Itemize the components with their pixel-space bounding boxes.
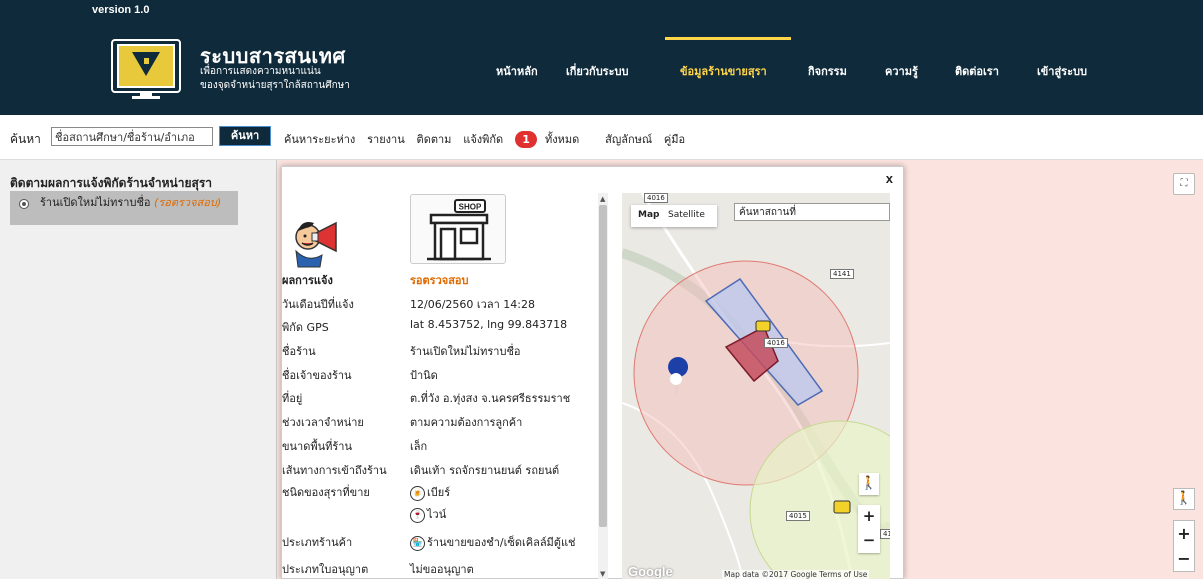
info-key: ผลการแจ้ง — [282, 274, 333, 287]
info-value: ตามความต้องการลูกค้า — [410, 416, 523, 429]
report-list-item[interactable]: ร้านเปิดใหม่ไม่ทราบชื่อ (รอตรวจสอบ) — [10, 191, 238, 225]
nav-login[interactable]: เข้าสู่ระบบ — [1037, 62, 1087, 80]
map-attribution[interactable]: Map data ©2017 Google Terms of Use — [722, 570, 870, 579]
map-footer: Google Map data ©2017 Google Terms of Us… — [622, 564, 890, 579]
brand-subtitle-1: เพื่อการแสดงความหนาแน่น — [200, 66, 321, 77]
left-panel: ติดตามผลการแจ้งพิกัดร้านจำหน่ายสุรา ร้าน… — [0, 160, 277, 579]
nav-home[interactable]: หน้าหลัก — [496, 62, 538, 80]
pegman-icon[interactable]: 🚶 — [859, 473, 879, 495]
zoom-out-button[interactable]: − — [858, 529, 880, 553]
liquor-type-wine: ไวน์ — [427, 508, 447, 521]
link-report-location[interactable]: แจ้งพิกัด — [463, 133, 503, 146]
shop-badge-text: SHOP — [459, 203, 482, 212]
map-zoom-control: + − — [1173, 520, 1195, 572]
info-value: ป้านิด — [410, 369, 438, 382]
close-button[interactable]: x — [886, 171, 893, 186]
info-value: เล็ก — [410, 440, 428, 453]
liquor-type-list: 🍺 เบียร์ 🍷 ไวน์ — [410, 483, 510, 523]
shop-type-value: 🏪 ร้านขายของชำ/เซ็ดเคิลล์มีตู้แช่ — [410, 533, 576, 551]
info-key: ชนิดของสุราที่ขาย — [282, 486, 370, 499]
info-status-value: รอตรวจสอบ — [410, 274, 469, 287]
link-symbols[interactable]: สัญลักษณ์ — [605, 133, 652, 146]
zoom-in-button[interactable]: + — [1174, 521, 1194, 546]
nav-knowledge[interactable]: ความรู้ — [885, 62, 918, 80]
beer-icon: 🍺 — [410, 485, 425, 501]
shop-type-label: ร้านขายของชำ/เซ็ดเคิลล์มีตู้แช่ — [427, 536, 576, 549]
notification-badge[interactable]: 1 — [515, 131, 538, 148]
link-distance-search[interactable]: ค้นหาระยะห่าง — [284, 133, 355, 146]
info-value: ร้านเปิดใหม่ไม่ทราบชื่อ — [410, 345, 521, 358]
popup-scrollbar[interactable]: ▲ ▼ — [598, 193, 608, 579]
radio-icon — [19, 199, 29, 209]
map-type-control: Map Satellite — [631, 205, 717, 227]
logo-tv-icon[interactable] — [110, 38, 182, 102]
map-type-map-button[interactable]: Map — [638, 210, 659, 220]
megaphone-icon — [288, 211, 346, 269]
shop-icon: SHOP — [410, 194, 506, 264]
info-key: เส้นทางการเข้าถึงร้าน — [282, 464, 387, 477]
nav-liquor-shops[interactable]: ข้อมูลร้านขายสุรา — [680, 62, 767, 80]
info-key: ที่อยู่ — [282, 392, 303, 405]
embedded-map[interactable]: 4016 4141 4016 4015 41 Map Satellite ค้น… — [622, 193, 890, 579]
info-key: พิกัด GPS — [282, 321, 329, 334]
info-key: ชื่อร้าน — [282, 345, 316, 358]
grocery-icon: 🏪 — [410, 535, 425, 551]
info-key: ประเภทร้านค้า — [282, 536, 353, 549]
shop-info-popup: x SHOP ผลการแจ้ง รอตรวจสอบ วันเดือนปีที่… — [281, 166, 904, 579]
info-value: 12/06/2560 เวลา 14:28 — [410, 298, 535, 311]
road-label: 4016 — [764, 338, 788, 348]
search-button[interactable]: ค้นหา — [219, 126, 271, 146]
info-key: วันเดือนปีที่แจ้ง — [282, 298, 354, 311]
nav-activities[interactable]: กิจกรรม — [808, 62, 847, 80]
search-links: ค้นหาระยะห่าง รายงาน ติดตาม แจ้งพิกัด 1ท… — [284, 130, 693, 148]
link-track[interactable]: ติดตาม — [417, 133, 452, 146]
version-label: version 1.0 — [92, 4, 150, 16]
brand-subtitle-2: ของจุดจำหน่ายสุราใกล้สถานศึกษา — [200, 80, 350, 91]
info-value: lat 8.453752, lng 99.843718 — [410, 318, 568, 331]
scroll-down-icon[interactable]: ▼ — [600, 570, 605, 578]
zoom-out-button[interactable]: − — [1174, 546, 1194, 571]
wine-icon: 🍷 — [410, 507, 425, 523]
nav-about[interactable]: เกี่ยวกับระบบ — [566, 62, 628, 80]
map-type-satellite-button[interactable]: Satellite — [668, 210, 705, 220]
nav-active-indicator — [665, 37, 791, 40]
place-search-input[interactable]: ค้นหาสถานที่ — [734, 203, 890, 221]
liquor-type-beer: เบียร์ — [427, 486, 451, 499]
info-value: เดินเท้า รถจักรยานยนต์ รถยนต์ — [410, 464, 560, 477]
header: version 1.0 ระบบสารสนเทศ เพื่อการแสดงควา… — [0, 0, 1203, 115]
scroll-up-icon[interactable]: ▲ — [600, 195, 605, 203]
report-item-label: ร้านเปิดใหม่ไม่ทราบชื่อ — [40, 196, 151, 209]
search-input[interactable] — [51, 127, 213, 146]
link-manual[interactable]: คู่มือ — [664, 133, 685, 146]
link-report[interactable]: รายงาน — [367, 133, 405, 146]
info-key: ชื่อเจ้าของร้าน — [282, 369, 352, 382]
link-all[interactable]: ทั้งหมด — [545, 133, 579, 146]
report-item-status: (รอตรวจสอบ) — [154, 196, 222, 209]
road-label: 4015 — [786, 511, 810, 521]
info-key: ช่วงเวลาจำหน่าย — [282, 416, 364, 429]
pegman-icon[interactable]: 🚶 — [1173, 488, 1195, 510]
nav-contact[interactable]: ติดต่อเรา — [955, 62, 999, 80]
search-label: ค้นหา — [10, 132, 41, 146]
road-label: 4141 — [830, 269, 854, 279]
info-key: ขนาดพื้นที่ร้าน — [282, 440, 352, 453]
google-logo: Google — [628, 564, 673, 579]
search-bar: ค้นหา ค้นหา ค้นหาระยะห่าง รายงาน ติดตาม … — [0, 115, 1203, 160]
info-value: ต.ที่วัง อ.ทุ่งสง จ.นครศรีธรรมราช — [410, 392, 571, 405]
embedded-map-zoom-control: + − — [858, 505, 880, 553]
scroll-thumb[interactable] — [599, 205, 607, 527]
zoom-in-button[interactable]: + — [858, 505, 880, 529]
road-label: 4016 — [644, 193, 668, 203]
road-label: 41 — [880, 529, 890, 539]
info-key: ประเภทใบอนุญาต — [282, 563, 369, 576]
fullscreen-icon[interactable]: ⛶ — [1173, 173, 1195, 195]
info-value: ไม่ขออนุญาต — [410, 563, 474, 576]
